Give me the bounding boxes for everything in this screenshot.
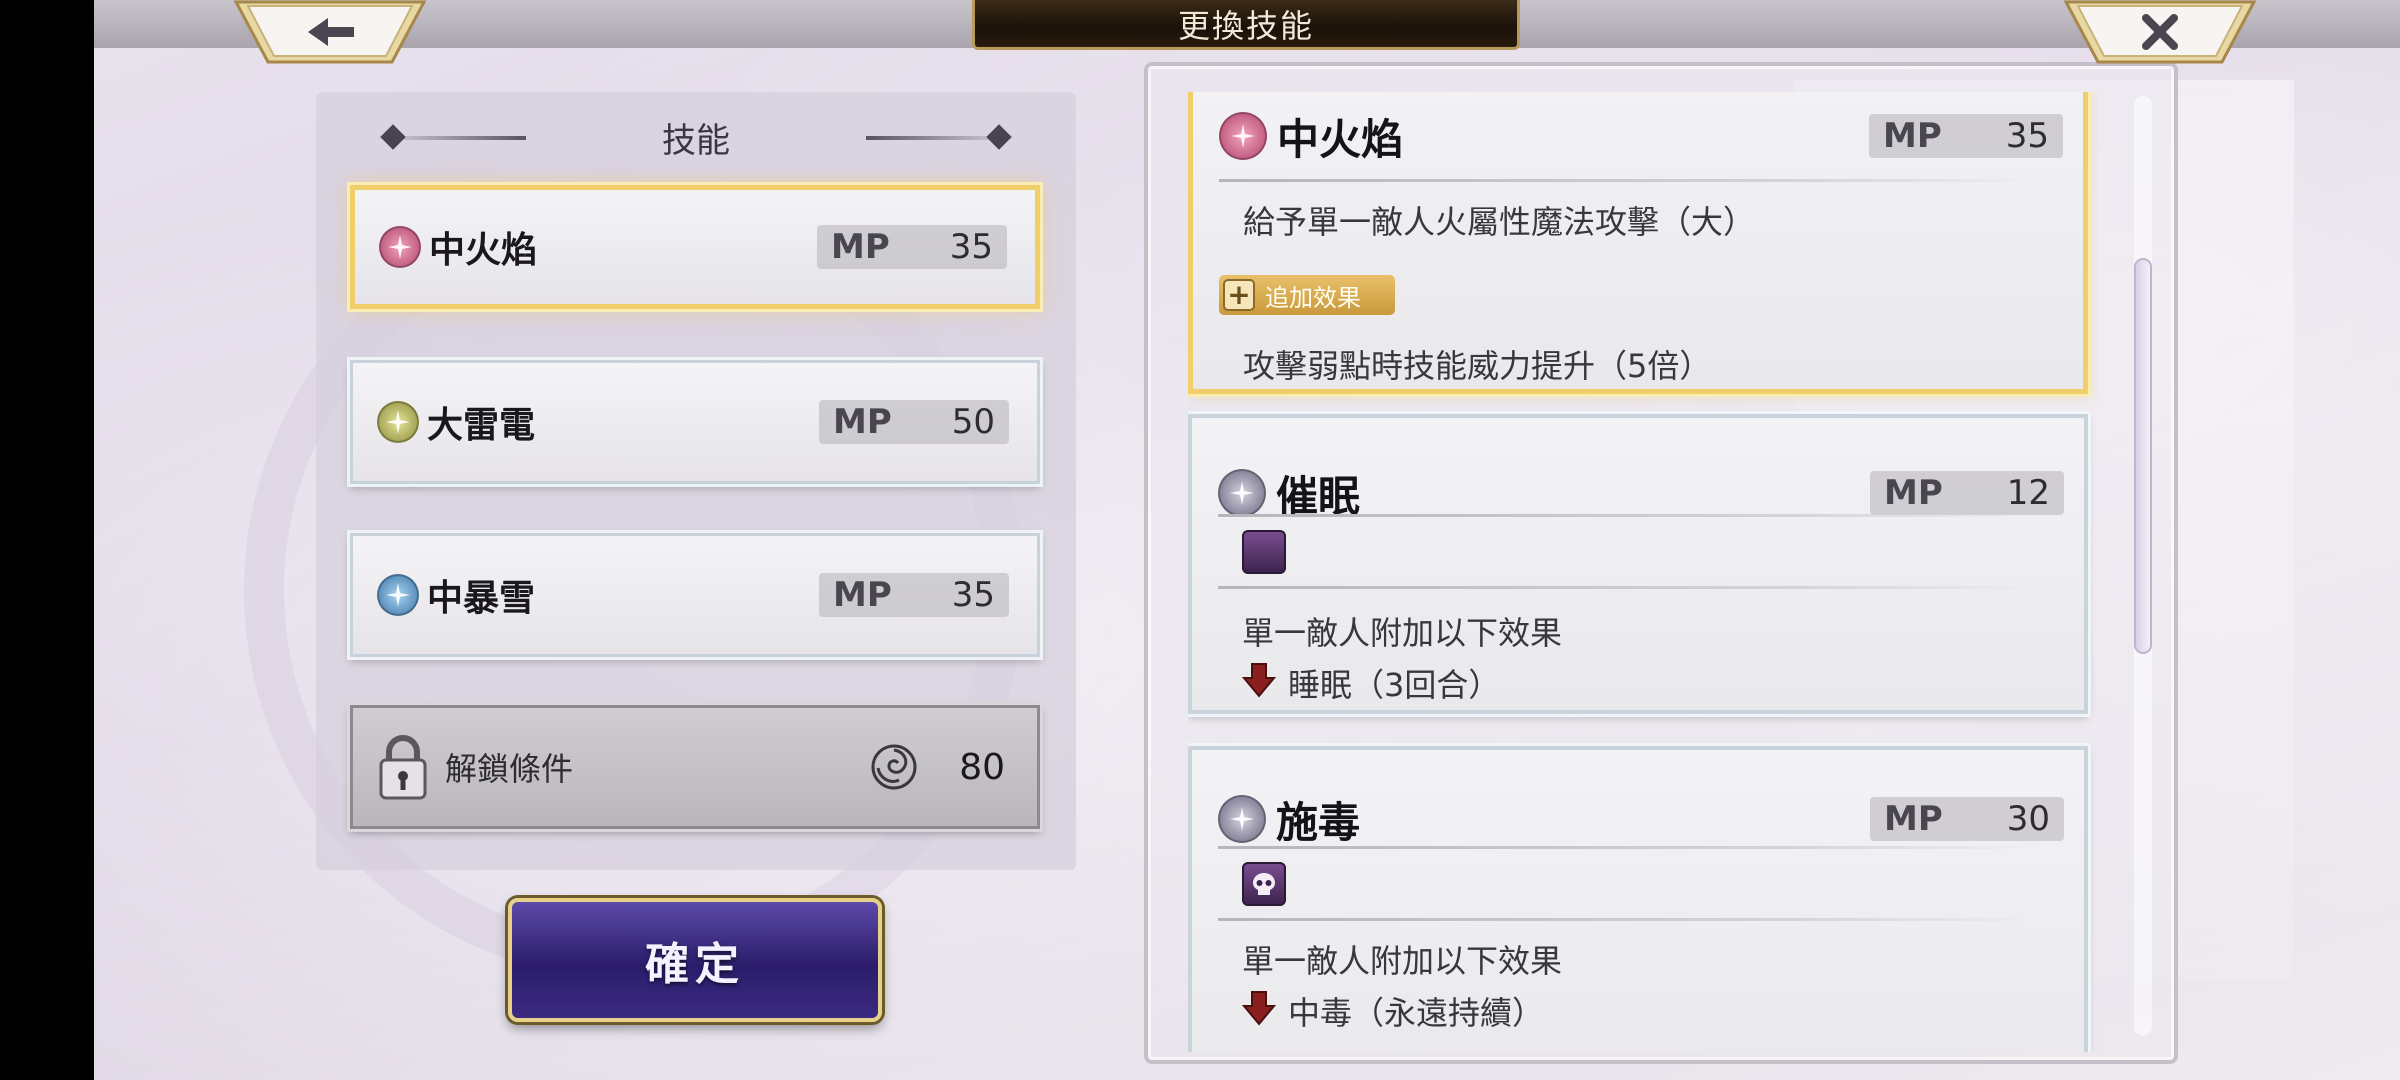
- mp-label: MP: [1884, 799, 1943, 839]
- fire-icon: [1219, 112, 1267, 160]
- confirm-button-label: 確定: [645, 939, 745, 990]
- dark-element-icon: [1218, 795, 1266, 843]
- divider: [1218, 846, 2038, 849]
- mp-cost: MP 50: [819, 400, 1009, 444]
- skill-description: 給予單一敵人火屬性魔法攻擊（大）: [1243, 203, 1756, 241]
- divider: [1218, 586, 2038, 589]
- divider: [1218, 918, 2038, 921]
- mp-cost: MP 35: [1869, 114, 2063, 158]
- extra-effect-tag-label: 追加效果: [1265, 283, 1361, 312]
- skill-card-1[interactable]: 中火焰 MP 35 給予單一敵人火屬性魔法攻擊（大） + 追加效果 攻擊弱點時技…: [1188, 92, 2088, 394]
- thunder-icon: [377, 401, 419, 443]
- extra-effect-text: 攻擊弱點時技能威力提升（5倍）: [1243, 347, 1712, 385]
- mp-label: MP: [831, 227, 890, 267]
- unlock-condition-value: 80: [959, 746, 1005, 788]
- mp-cost: MP 35: [819, 573, 1009, 617]
- screen-title-plate: 更換技能: [972, 0, 1520, 50]
- skull-icon: [1242, 862, 1286, 906]
- skill-list[interactable]: 中火焰 MP 35 給予單一敵人火屬性魔法攻擊（大） + 追加效果 攻擊弱點時技…: [1188, 92, 2098, 1052]
- close-x-icon: [2063, 0, 2257, 64]
- fire-icon: [379, 226, 421, 268]
- skill-description: 單一敵人附加以下效果: [1242, 942, 1563, 980]
- mp-label: MP: [833, 402, 892, 442]
- skill-card-name: 中火焰: [1277, 114, 1404, 164]
- confirm-button[interactable]: 確定: [508, 898, 882, 1022]
- skill-card-header: 催眠 MP 12: [1192, 444, 2084, 542]
- skill-slot-name: 中暴雪: [427, 577, 536, 619]
- close-button[interactable]: [2062, 0, 2258, 64]
- back-arrow-icon: [233, 0, 427, 64]
- mp-cost: MP 12: [1870, 471, 2064, 515]
- locked-skill-slot[interactable]: 解鎖條件 80: [350, 705, 1040, 829]
- skill-slot-2[interactable]: 大雷電 MP 50: [350, 360, 1040, 484]
- mp-value: 12: [2006, 473, 2050, 513]
- debuff-down-arrow-icon: [1242, 991, 1276, 1026]
- skill-slot-3[interactable]: 中暴雪 MP 35: [350, 533, 1040, 657]
- divider: [1219, 179, 2039, 182]
- skill-slot-name: 中火焰: [429, 229, 538, 271]
- skill-slot-1[interactable]: 中火焰 MP 35: [350, 185, 1040, 309]
- mp-value: 35: [949, 227, 993, 267]
- mp-value: 35: [951, 575, 995, 615]
- skill-card-3[interactable]: 施毒 MP 30 單一敵人附加以下效果 中毒（永遠持續）: [1188, 746, 2088, 1052]
- scrollbar-thumb[interactable]: [2134, 258, 2152, 654]
- mp-label: MP: [1883, 116, 1942, 156]
- panel-heading-label: 技能: [662, 120, 730, 161]
- mp-value: 35: [2005, 116, 2049, 156]
- mp-cost: MP 30: [1870, 797, 2064, 841]
- unlock-condition-label: 解鎖條件: [445, 750, 574, 788]
- skill-description: 單一敵人附加以下效果: [1242, 614, 1563, 652]
- screen-title: 更換技能: [1177, 6, 1314, 45]
- status-effect: 中毒（永遠持續）: [1288, 994, 1545, 1032]
- divider: [1218, 514, 2038, 517]
- skill-slot-name: 大雷電: [427, 404, 536, 446]
- mp-label: MP: [1884, 473, 1943, 513]
- mp-value: 50: [951, 402, 995, 442]
- skill-card-header: 中火焰 MP 35: [1193, 92, 2083, 185]
- status-effect: 睡眠（3回合）: [1288, 666, 1501, 704]
- mp-label: MP: [833, 575, 892, 615]
- dark-element-icon: [1218, 469, 1266, 517]
- skill-card-2[interactable]: 催眠 MP 12 單一敵人附加以下效果 睡眠（3回合）: [1188, 414, 2088, 714]
- spiral-icon: [871, 744, 917, 790]
- mp-cost: MP 35: [817, 225, 1007, 269]
- skill-card-header: 施毒 MP 30: [1192, 770, 2084, 868]
- moon-icon: [1242, 530, 1286, 574]
- mp-value: 30: [2006, 799, 2050, 839]
- plus-icon: +: [1223, 279, 1255, 311]
- extra-effect-tag: + 追加效果: [1219, 275, 1395, 315]
- lock-icon: [379, 735, 427, 800]
- debuff-down-arrow-icon: [1242, 663, 1276, 698]
- back-button[interactable]: [232, 0, 428, 64]
- skill-card-name: 施毒: [1276, 797, 1361, 847]
- ice-icon: [377, 574, 419, 616]
